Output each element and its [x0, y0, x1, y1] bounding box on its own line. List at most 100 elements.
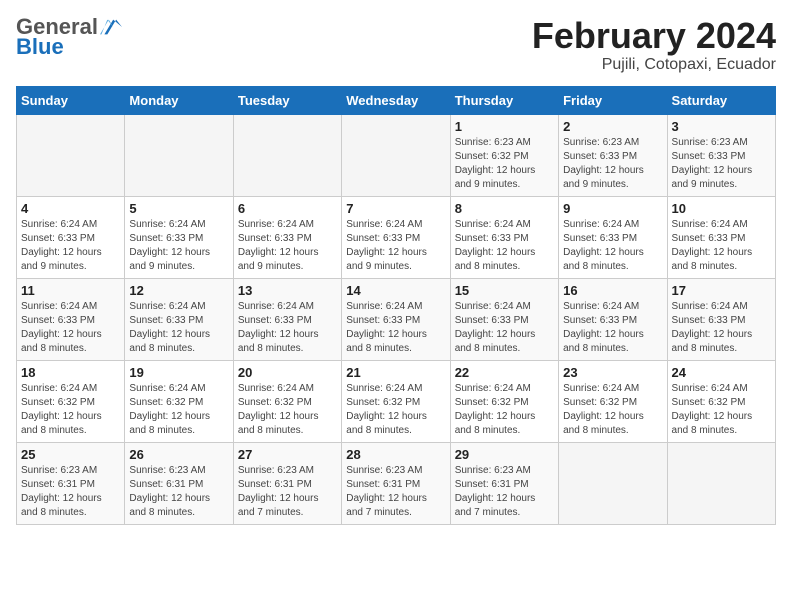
calendar-cell: 27 Sunrise: 6:23 AM Sunset: 6:31 PM Dayli… — [233, 442, 341, 524]
day-number: 28 — [346, 447, 445, 462]
day-info: Sunrise: 6:24 AM Sunset: 6:32 PM Dayligh… — [563, 382, 662, 438]
calendar-cell: 3 Sunrise: 6:23 AM Sunset: 6:33 PM Daylig… — [667, 114, 775, 196]
day-number: 29 — [455, 447, 554, 462]
calendar-cell: 11 Sunrise: 6:24 AM Sunset: 6:33 PM Dayli… — [17, 278, 125, 360]
day-info: Sunrise: 6:24 AM Sunset: 6:33 PM Dayligh… — [238, 218, 337, 274]
day-info: Sunrise: 6:24 AM Sunset: 6:32 PM Dayligh… — [672, 382, 771, 438]
calendar-cell: 10Sunrise: 6:24 AM Sunset: 6:33 PM Dayli… — [667, 196, 775, 278]
day-info: Sunrise: 6:24 AM Sunset: 6:33 PM Dayligh… — [563, 300, 662, 356]
calendar-cell — [667, 442, 775, 524]
day-info: Sunrise: 6:24 AM Sunset: 6:33 PM Dayligh… — [455, 218, 554, 274]
calendar-cell: 29 Sunrise: 6:23 AM Sunset: 6:31 PM Dayli… — [450, 442, 558, 524]
day-info: Sunrise: 6:24 AM Sunset: 6:33 PM Dayligh… — [346, 218, 445, 274]
calendar-cell — [342, 114, 450, 196]
calendar-cell: 19Sunrise: 6:24 AM Sunset: 6:32 PM Dayli… — [125, 360, 233, 442]
calendar-table: SundayMondayTuesdayWednesdayThursdayFrid… — [16, 86, 776, 525]
day-info: Sunrise: 6:24 AM Sunset: 6:33 PM Dayligh… — [455, 300, 554, 356]
calendar-cell: 15 Sunrise: 6:24 AM Sunset: 6:33 PM Dayli… — [450, 278, 558, 360]
calendar-cell: 8Sunrise: 6:24 AM Sunset: 6:33 PM Daylig… — [450, 196, 558, 278]
day-number: 1 — [455, 119, 554, 134]
week-row-0: 1Sunrise: 6:23 AM Sunset: 6:32 PM Daylig… — [17, 114, 776, 196]
calendar-cell: 14 Sunrise: 6:24 AM Sunset: 6:33 PM Dayli… — [342, 278, 450, 360]
day-info: Sunrise: 6:23 AM Sunset: 6:33 PM Dayligh… — [672, 136, 771, 192]
calendar-cell: 9 Sunrise: 6:24 AM Sunset: 6:33 PM Daylig… — [559, 196, 667, 278]
day-info: Sunrise: 6:24 AM Sunset: 6:33 PM Dayligh… — [129, 300, 228, 356]
day-info: Sunrise: 6:24 AM Sunset: 6:32 PM Dayligh… — [21, 382, 120, 438]
calendar-cell — [125, 114, 233, 196]
day-info: Sunrise: 6:24 AM Sunset: 6:33 PM Dayligh… — [21, 300, 120, 356]
day-number: 18 — [21, 365, 120, 380]
day-number: 12 — [129, 283, 228, 298]
day-number: 13 — [238, 283, 337, 298]
header-row: SundayMondayTuesdayWednesdayThursdayFrid… — [17, 86, 776, 114]
day-number: 20 — [238, 365, 337, 380]
calendar-cell — [233, 114, 341, 196]
day-info: Sunrise: 6:24 AM Sunset: 6:32 PM Dayligh… — [238, 382, 337, 438]
day-number: 23 — [563, 365, 662, 380]
title-block: February 2024 Pujili, Cotopaxi, Ecuador — [532, 16, 776, 74]
calendar-cell: 23 Sunrise: 6:24 AM Sunset: 6:32 PM Dayli… — [559, 360, 667, 442]
calendar-cell: 16 Sunrise: 6:24 AM Sunset: 6:33 PM Dayli… — [559, 278, 667, 360]
calendar-cell: 21 Sunrise: 6:24 AM Sunset: 6:32 PM Dayli… — [342, 360, 450, 442]
day-info: Sunrise: 6:24 AM Sunset: 6:33 PM Dayligh… — [563, 218, 662, 274]
calendar-cell: 7Sunrise: 6:24 AM Sunset: 6:33 PM Daylig… — [342, 196, 450, 278]
day-header-wednesday: Wednesday — [342, 86, 450, 114]
calendar-cell: 20 Sunrise: 6:24 AM Sunset: 6:32 PM Dayli… — [233, 360, 341, 442]
day-number: 3 — [672, 119, 771, 134]
calendar-cell: 4 Sunrise: 6:24 AM Sunset: 6:33 PM Daylig… — [17, 196, 125, 278]
day-info: Sunrise: 6:24 AM Sunset: 6:32 PM Dayligh… — [346, 382, 445, 438]
calendar-cell: 12 Sunrise: 6:24 AM Sunset: 6:33 PM Dayli… — [125, 278, 233, 360]
calendar-cell: 2 Sunrise: 6:23 AM Sunset: 6:33 PM Daylig… — [559, 114, 667, 196]
day-number: 4 — [21, 201, 120, 216]
calendar-cell: 1Sunrise: 6:23 AM Sunset: 6:32 PM Daylig… — [450, 114, 558, 196]
day-number: 26 — [129, 447, 228, 462]
week-row-4: 25 Sunrise: 6:23 AM Sunset: 6:31 PM Dayli… — [17, 442, 776, 524]
day-number: 9 — [563, 201, 662, 216]
day-number: 6 — [238, 201, 337, 216]
day-number: 5 — [129, 201, 228, 216]
calendar-cell: 28 Sunrise: 6:23 AM Sunset: 6:31 PM Dayli… — [342, 442, 450, 524]
day-info: Sunrise: 6:24 AM Sunset: 6:33 PM Dayligh… — [346, 300, 445, 356]
calendar-cell: 17 Sunrise: 6:24 AM Sunset: 6:33 PM Dayli… — [667, 278, 775, 360]
day-info: Sunrise: 6:24 AM Sunset: 6:32 PM Dayligh… — [129, 382, 228, 438]
day-info: Sunrise: 6:23 AM Sunset: 6:31 PM Dayligh… — [455, 464, 554, 520]
day-number: 15 — [455, 283, 554, 298]
day-number: 21 — [346, 365, 445, 380]
day-info: Sunrise: 6:24 AM Sunset: 6:33 PM Dayligh… — [21, 218, 120, 274]
day-info: Sunrise: 6:23 AM Sunset: 6:31 PM Dayligh… — [238, 464, 337, 520]
calendar-cell — [17, 114, 125, 196]
calendar-cell: 6 Sunrise: 6:24 AM Sunset: 6:33 PM Daylig… — [233, 196, 341, 278]
calendar-cell: 26Sunrise: 6:23 AM Sunset: 6:31 PM Dayli… — [125, 442, 233, 524]
day-info: Sunrise: 6:23 AM Sunset: 6:33 PM Dayligh… — [563, 136, 662, 192]
day-number: 11 — [21, 283, 120, 298]
week-row-1: 4 Sunrise: 6:24 AM Sunset: 6:33 PM Daylig… — [17, 196, 776, 278]
day-header-sunday: Sunday — [17, 86, 125, 114]
calendar-cell: 22Sunrise: 6:24 AM Sunset: 6:32 PM Dayli… — [450, 360, 558, 442]
calendar-cell: 24Sunrise: 6:24 AM Sunset: 6:32 PM Dayli… — [667, 360, 775, 442]
week-row-3: 18 Sunrise: 6:24 AM Sunset: 6:32 PM Dayli… — [17, 360, 776, 442]
calendar-title: February 2024 — [532, 16, 776, 56]
calendar-cell: 13 Sunrise: 6:24 AM Sunset: 6:33 PM Dayli… — [233, 278, 341, 360]
day-header-thursday: Thursday — [450, 86, 558, 114]
calendar-cell: 18 Sunrise: 6:24 AM Sunset: 6:32 PM Dayli… — [17, 360, 125, 442]
calendar-cell: 25 Sunrise: 6:23 AM Sunset: 6:31 PM Dayli… — [17, 442, 125, 524]
day-info: Sunrise: 6:24 AM Sunset: 6:33 PM Dayligh… — [238, 300, 337, 356]
day-number: 14 — [346, 283, 445, 298]
day-number: 16 — [563, 283, 662, 298]
day-info: Sunrise: 6:23 AM Sunset: 6:31 PM Dayligh… — [21, 464, 120, 520]
day-info: Sunrise: 6:24 AM Sunset: 6:33 PM Dayligh… — [672, 300, 771, 356]
day-number: 25 — [21, 447, 120, 462]
day-number: 2 — [563, 119, 662, 134]
day-number: 22 — [455, 365, 554, 380]
day-number: 17 — [672, 283, 771, 298]
day-info: Sunrise: 6:24 AM Sunset: 6:33 PM Dayligh… — [129, 218, 228, 274]
day-header-friday: Friday — [559, 86, 667, 114]
day-header-tuesday: Tuesday — [233, 86, 341, 114]
day-header-saturday: Saturday — [667, 86, 775, 114]
week-row-2: 11 Sunrise: 6:24 AM Sunset: 6:33 PM Dayli… — [17, 278, 776, 360]
logo: General Blue — [16, 16, 122, 60]
day-info: Sunrise: 6:23 AM Sunset: 6:31 PM Dayligh… — [346, 464, 445, 520]
day-header-monday: Monday — [125, 86, 233, 114]
calendar-cell — [559, 442, 667, 524]
day-number: 27 — [238, 447, 337, 462]
